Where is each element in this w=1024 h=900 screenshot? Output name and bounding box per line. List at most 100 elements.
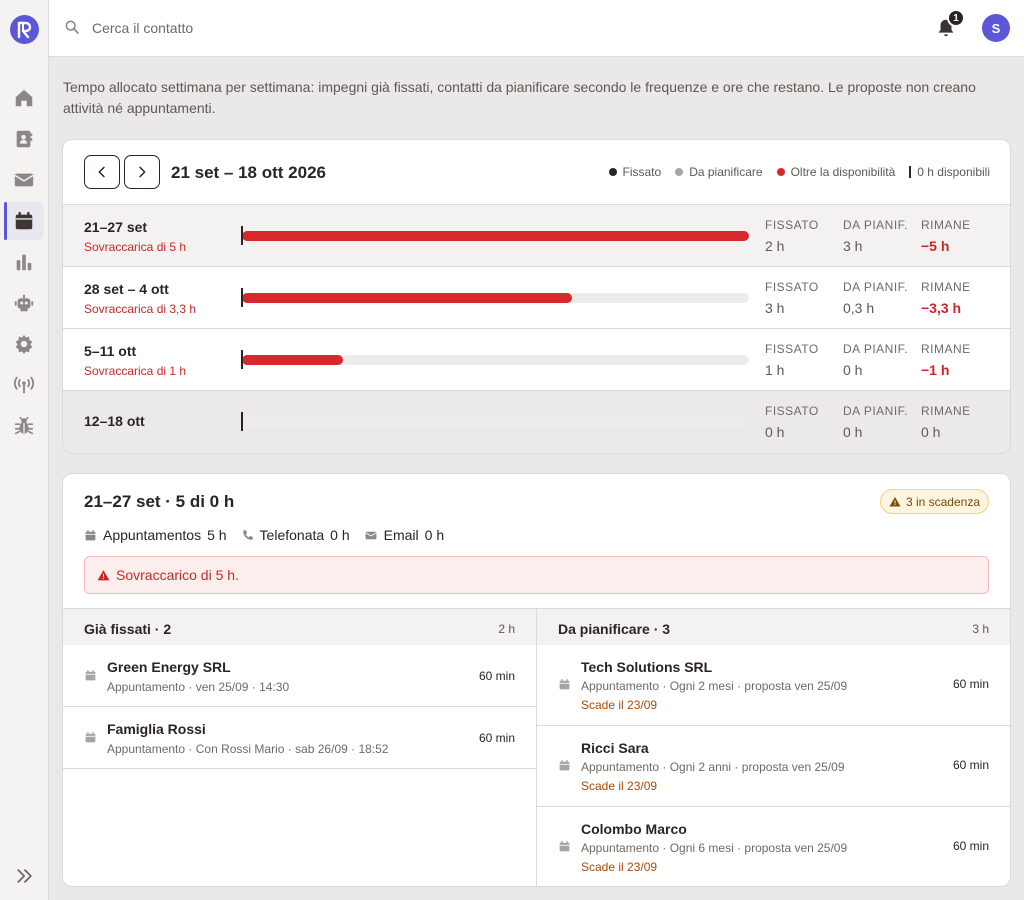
- overload-alert: Sovraccarico di 5 h.: [84, 556, 989, 594]
- week-overload-warning: Sovraccarica di 5 h: [84, 240, 187, 254]
- week-fixed-stat: FISSATO 1 h: [765, 342, 819, 378]
- week-availability-tick: [241, 412, 243, 431]
- item-duration: 60 min: [478, 669, 515, 683]
- week-to-plan-stat: DA PIANIF. 0 h: [843, 342, 909, 378]
- item-subtitle: Appuntamento · ven 25/09 · 14:30: [107, 680, 290, 694]
- activity-types: Appuntamentos 5 h Telefonata 0 h Email 0 h: [84, 527, 458, 543]
- fixed-column: Già fissati · 2 2 h Green Energy SRL Appu…: [63, 608, 537, 886]
- week-label: 28 set – 4 ott: [84, 281, 169, 297]
- to-plan-column-hours: 3 h: [972, 622, 989, 636]
- item-subtitle: Appuntamento · Con Rossi Mario · sab 26/…: [107, 742, 389, 756]
- legend: Fissato Da pianificare Oltre la disponib…: [595, 165, 990, 179]
- due-soon-badge[interactable]: 3 in scadenza: [879, 489, 989, 514]
- item-subtitle: Appuntamento · Ogni 2 anni · proposta ve…: [581, 760, 845, 774]
- chart-icon[interactable]: [12, 250, 36, 274]
- item-name: Colombo Marco: [581, 821, 687, 837]
- to-plan-column-title: Da pianificare · 3: [558, 621, 671, 637]
- chevron-right-icon: [139, 166, 146, 178]
- legend-available: 0 h disponibili: [909, 165, 990, 179]
- item-duration: 60 min: [952, 677, 989, 691]
- topbar: 1 S: [49, 0, 1024, 57]
- week-row[interactable]: 12–18 ott FISSATO 0 h DA PIANIF. 0 h RIMANE 0 …: [63, 391, 1010, 453]
- fixed-list-item[interactable]: Green Energy SRL Appuntamento · ven 25/09…: [63, 645, 536, 707]
- app-logo[interactable]: [10, 15, 39, 44]
- calendar-icon[interactable]: [12, 209, 36, 233]
- calendar-icon: [558, 678, 571, 691]
- week-fixed-stat: FISSATO 2 h: [765, 218, 819, 254]
- calendar-icon: [84, 731, 97, 744]
- home-icon[interactable]: [12, 86, 36, 110]
- type-email: Email 0 h: [364, 527, 444, 543]
- week-allocation-bar: [242, 417, 749, 427]
- prev-week-button[interactable]: [84, 155, 120, 189]
- week-remaining-stat: RIMANE −1 h: [921, 342, 971, 378]
- week-label: 21–27 set: [84, 219, 148, 235]
- calendar-icon: [558, 759, 571, 772]
- item-subtitle: Appuntamento · Ogni 6 mesi · proposta ve…: [581, 841, 848, 855]
- expand-sidebar-icon[interactable]: [13, 864, 37, 888]
- item-due-date: Scade il 23/09: [581, 698, 658, 712]
- week-overflow-fill: [242, 293, 572, 303]
- antenna-icon[interactable]: [12, 373, 36, 397]
- to-plan-column: Da pianificare · 3 3 h Tech Solutions SR…: [537, 608, 1010, 886]
- search-input[interactable]: [84, 14, 484, 42]
- fixed-column-title: Già fissati · 2: [84, 621, 172, 637]
- item-subtitle: Appuntamento · Ogni 2 mesi · proposta ve…: [581, 679, 848, 693]
- robot-icon[interactable]: [12, 291, 36, 315]
- item-duration: 60 min: [952, 839, 989, 853]
- week-row[interactable]: 21–27 set Sovraccarica di 5 h FISSATO 2 h DA…: [63, 205, 1010, 267]
- sidebar: [0, 0, 49, 900]
- week-row[interactable]: 5–11 ott Sovraccarica di 1 h FISSATO 1 h DA …: [63, 329, 1010, 391]
- week-overload-warning: Sovraccarica di 3,3 h: [84, 302, 197, 316]
- calendar-icon: [558, 840, 571, 853]
- item-due-date: Scade il 23/09: [581, 779, 658, 793]
- week-availability-tick: [241, 288, 243, 307]
- chevron-left-icon: [98, 166, 105, 178]
- user-avatar[interactable]: S: [982, 14, 1010, 42]
- item-duration: 60 min: [952, 758, 989, 772]
- item-name: Ricci Sara: [581, 740, 649, 756]
- weeks-overview-card: 21 set – 18 ott 2026 Fissato Da pianific…: [62, 139, 1011, 454]
- gear-icon[interactable]: [12, 332, 36, 356]
- week-allocation-bar: [242, 231, 749, 241]
- range-title: 21 set – 18 ott 2026: [171, 163, 326, 182]
- week-overflow-fill: [242, 231, 749, 241]
- week-remaining-stat: RIMANE −5 h: [921, 218, 971, 254]
- next-week-button[interactable]: [124, 155, 160, 189]
- week-to-plan-stat: DA PIANIF. 0 h: [843, 404, 909, 440]
- fixed-list-item[interactable]: Famiglia Rossi Appuntamento · Con Rossi M…: [63, 707, 536, 769]
- week-allocation-bar: [242, 355, 749, 365]
- detail-title: 21–27 set · 5 di 0 h: [84, 492, 235, 511]
- week-remaining-stat: RIMANE 0 h: [921, 404, 971, 440]
- week-overflow-fill: [242, 355, 343, 365]
- search-icon: [64, 19, 82, 37]
- item-name: Tech Solutions SRL: [581, 659, 713, 675]
- week-label: 5–11 ott: [84, 343, 137, 359]
- contacts-icon[interactable]: [12, 127, 36, 151]
- notifications-count-badge: 1: [947, 9, 965, 27]
- to-plan-list-item[interactable]: Tech Solutions SRL Appuntamento · Ogni 2 …: [537, 645, 1010, 726]
- mail-icon[interactable]: [12, 168, 36, 192]
- week-allocation-bar: [242, 293, 749, 303]
- legend-over: Oltre la disponibilità: [776, 165, 895, 179]
- item-due-date: Scade il 23/09: [581, 860, 658, 874]
- week-availability-tick: [241, 350, 243, 369]
- week-fixed-stat: FISSATO 3 h: [765, 280, 819, 316]
- week-row[interactable]: 28 set – 4 ott Sovraccarica di 3,3 h FISSA…: [63, 267, 1010, 329]
- fixed-column-hours: 2 h: [498, 622, 515, 636]
- week-availability-tick: [241, 226, 243, 245]
- type-phone: Telefonata 0 h: [241, 527, 350, 543]
- nav-active-indicator: [4, 202, 7, 240]
- week-fixed-stat: FISSATO 0 h: [765, 404, 819, 440]
- week-detail-card: 21–27 set · 5 di 0 h 3 in scadenza Appun…: [62, 473, 1011, 887]
- item-name: Green Energy SRL: [107, 659, 231, 675]
- legend-fixed: Fissato: [608, 165, 661, 179]
- to-plan-column-header: Da pianificare · 3 3 h: [537, 608, 1010, 645]
- to-plan-list-item[interactable]: Ricci Sara Appuntamento · Ogni 2 anni · p…: [537, 726, 1010, 807]
- fixed-column-header: Già fissati · 2 2 h: [63, 608, 536, 645]
- bug-icon[interactable]: [12, 414, 36, 438]
- intro-text: Tempo allocato settimana per settimana: …: [63, 79, 976, 116]
- week-overload-warning: Sovraccarica di 1 h: [84, 364, 187, 378]
- to-plan-list-item[interactable]: Colombo Marco Appuntamento · Ogni 6 mesi …: [537, 807, 1010, 886]
- calendar-icon: [84, 669, 97, 682]
